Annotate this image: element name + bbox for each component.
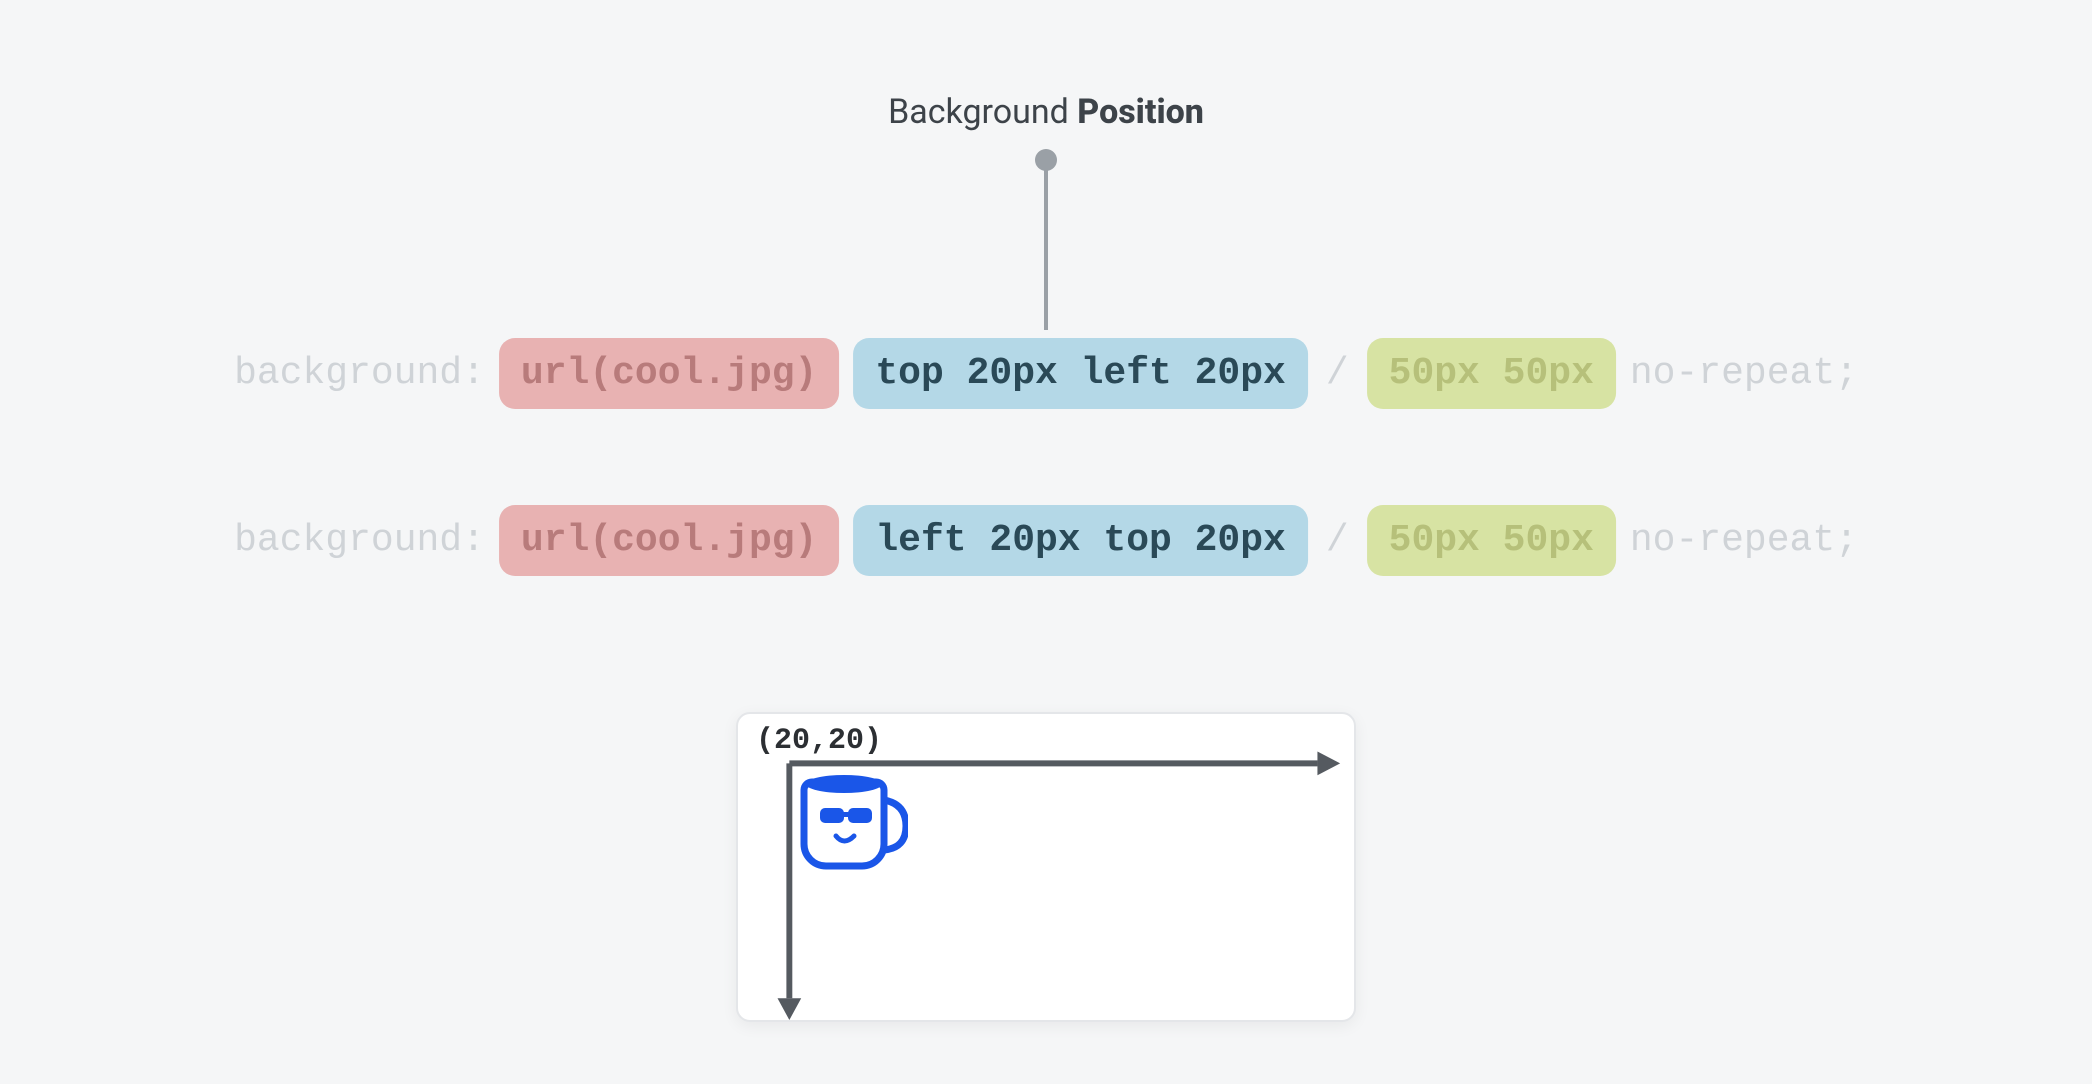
- token-repeat: no-repeat;: [1630, 519, 1858, 562]
- diagram-heading: Background Position: [888, 92, 1204, 132]
- code-line-1: background: url(cool.jpg) top 20px left …: [234, 338, 1858, 409]
- css-property: background:: [234, 352, 485, 395]
- token-repeat: no-repeat;: [1630, 352, 1858, 395]
- token-url: url(cool.jpg): [499, 505, 839, 576]
- token-size: 50px 50px: [1367, 338, 1616, 409]
- heading-bold: Position: [1077, 92, 1204, 132]
- pointer-line: [1044, 150, 1048, 330]
- css-property: background:: [234, 519, 485, 562]
- code-line-2: background: url(cool.jpg) left 20px top …: [234, 505, 1858, 576]
- heading-light: Background: [888, 92, 1077, 132]
- token-slash: /: [1322, 519, 1353, 562]
- mug-icon: [798, 770, 908, 870]
- token-size: 50px 50px: [1367, 505, 1616, 576]
- token-position: left 20px top 20px: [853, 505, 1307, 576]
- token-url: url(cool.jpg): [499, 338, 839, 409]
- coord-label: (20,20): [756, 724, 882, 758]
- token-position: top 20px left 20px: [853, 338, 1307, 409]
- token-slash: /: [1322, 352, 1353, 395]
- preview-card: (20,20): [736, 712, 1356, 1022]
